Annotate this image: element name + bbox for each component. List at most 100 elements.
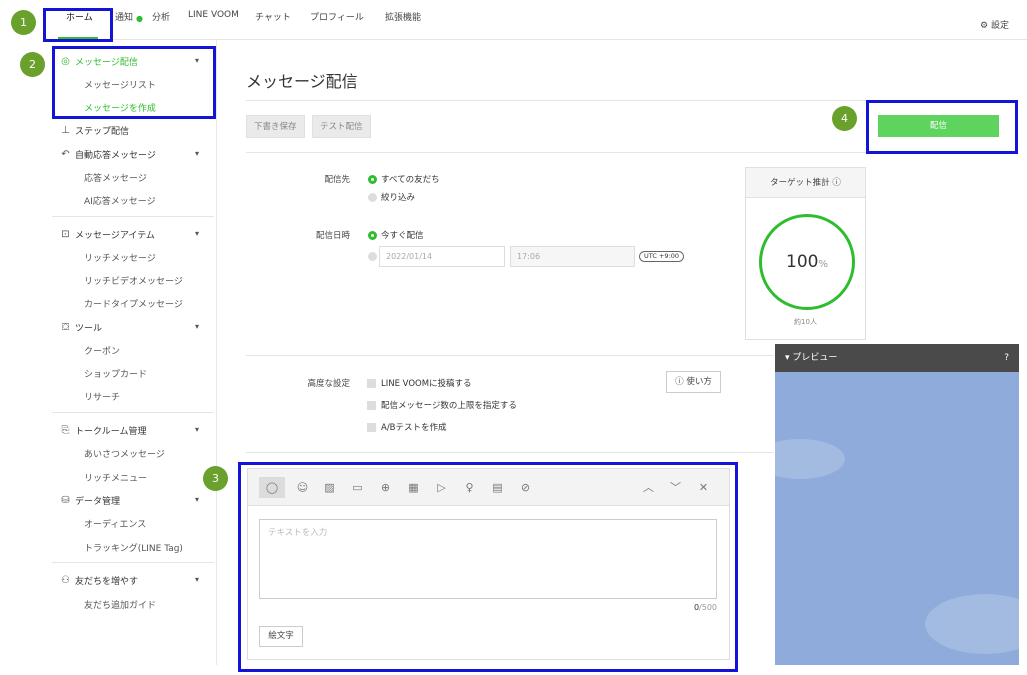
checkbox-label: 配信メッセージ数の上限を指定する (381, 401, 517, 411)
annotation-badge: 3 (203, 466, 228, 491)
save-draft-button[interactable]: 下書き保存 (246, 115, 305, 138)
radio-scheduled[interactable] (368, 252, 377, 261)
target-title: ターゲット推計 (770, 178, 830, 188)
info-icon: ⓘ (675, 377, 684, 387)
message-item-icon: ⊡ (61, 229, 70, 240)
checkbox-icon (367, 422, 376, 432)
nav-line-voom[interactable]: LINE VOOM (188, 10, 239, 20)
radio-label: 絞り込み (381, 193, 416, 203)
time-field[interactable]: 17:06 (510, 246, 635, 267)
nav-analytics[interactable]: 分析 (152, 10, 170, 23)
step-icon: ⊥ (61, 125, 70, 136)
caret-down-icon[interactable]: ▾ (195, 495, 199, 504)
caret-down-icon[interactable]: ▾ (195, 322, 199, 331)
sidebar-item-card-type[interactable]: カードタイプメッセージ (84, 297, 183, 310)
sidebar-item-add-friend-guide[interactable]: 友だち追加ガイド (84, 598, 156, 611)
notification-dot-icon: ● (136, 14, 143, 23)
shop-icon: ⛋ (61, 322, 70, 333)
sidebar-label: データ管理 (75, 497, 121, 507)
sidebar-item-rich-menu[interactable]: リッチメニュー (84, 471, 147, 484)
nav-profile[interactable]: プロフィール (310, 10, 364, 23)
caret-down-icon[interactable]: ▾ (195, 425, 199, 434)
highlight-box (238, 462, 738, 672)
timezone-badge: UTC +9:00 (639, 251, 684, 262)
target-count: 約10人 (794, 318, 817, 326)
sidebar-label: ステップ配信 (75, 127, 130, 137)
gear-icon: ⚙ (980, 21, 989, 31)
highlight-box (866, 100, 1018, 154)
preview-header[interactable]: ▾ プレビュー? (775, 344, 1019, 372)
radio-on-icon (368, 174, 377, 184)
settings-link[interactable]: ⚙ 設定 (980, 18, 1009, 31)
caret-down-icon: ▾ (785, 353, 790, 363)
sidebar-label: 自動応答メッセージ (75, 151, 156, 161)
radio-on-icon (368, 230, 377, 240)
caret-down-icon[interactable]: ▾ (195, 575, 199, 584)
caret-down-icon[interactable]: ▾ (195, 229, 199, 238)
sidebar-label: メッセージアイテム (75, 231, 155, 241)
highlight-box (43, 8, 113, 42)
datetime-label: 配信日時 (315, 231, 350, 241)
sidebar-item-shop-card[interactable]: ショップカード (84, 367, 147, 380)
sidebar-label: トークルーム管理 (75, 427, 147, 437)
sidebar-item-tracking[interactable]: トラッキング(LINE Tag) (84, 541, 183, 554)
settings-label: 設定 (990, 21, 1009, 31)
sidebar-divider (52, 562, 214, 563)
caret-down-icon[interactable]: ▾ (195, 149, 199, 158)
target-ring: 100% (759, 214, 855, 310)
checkbox-ab-test[interactable]: A/Bテストを作成 (367, 421, 447, 433)
sidebar-item-talk-room[interactable]: ⎘ トークルーム管理 (60, 424, 147, 437)
nav-chat[interactable]: チャット (255, 10, 291, 23)
sidebar-item-reply-message[interactable]: 応答メッセージ (84, 171, 147, 184)
highlight-box (52, 46, 216, 119)
annotation-badge: 1 (11, 10, 36, 35)
preview-title: プレビュー (792, 353, 838, 363)
target-percent: 100 (786, 252, 819, 272)
annotation-badge: 4 (832, 106, 857, 131)
preview-panel: ▾ プレビュー? (775, 344, 1019, 665)
sidebar-divider (52, 216, 214, 217)
talk-room-icon: ⎘ (61, 425, 70, 436)
cloud-decoration (775, 439, 845, 479)
database-icon: ⛁ (61, 495, 70, 506)
sidebar-item-rich-message[interactable]: リッチメッセージ (84, 251, 156, 264)
page-title: メッセージ配信 (246, 72, 358, 91)
sidebar-item-auto-reply[interactable]: ↶ 自動応答メッセージ (60, 148, 156, 161)
date-field[interactable]: 2022/01/14 (379, 246, 505, 267)
percent-unit: % (818, 259, 828, 270)
checkbox-post-voom[interactable]: LINE VOOMに投稿する (367, 377, 472, 389)
radio-off-icon (368, 192, 377, 202)
checkbox-label: LINE VOOMに投稿する (381, 379, 472, 389)
checkbox-icon (367, 378, 376, 388)
sidebar-item-coupon[interactable]: クーポン (84, 344, 120, 357)
sidebar-item-tools[interactable]: ⛋ ツール (60, 321, 102, 334)
sidebar-item-step[interactable]: ⊥ ステップ配信 (60, 124, 129, 137)
target-estimate-panel: ターゲット推計 ⓘ 100% 約10人 (745, 167, 866, 340)
advanced-settings-label: 高度な設定 (307, 379, 350, 389)
radio-send-now[interactable]: 今すぐ配信 (368, 229, 424, 241)
checkbox-limit-count[interactable]: 配信メッセージ数の上限を指定する (367, 399, 517, 411)
radio-filter[interactable]: 絞り込み (368, 191, 415, 203)
radio-all-friends[interactable]: すべての友だち (368, 173, 440, 185)
radio-label: すべての友だち (381, 175, 440, 185)
target-estimate-header: ターゲット推計 ⓘ (746, 168, 865, 198)
sidebar-item-rich-video[interactable]: リッチビデオメッセージ (84, 274, 183, 287)
annotation-badge: 2 (20, 52, 45, 77)
test-send-button[interactable]: テスト配信 (312, 115, 371, 138)
nav-notifications[interactable]: 通知 (115, 10, 133, 23)
sidebar-item-grow-friends[interactable]: ⚇ 友だちを増やす (60, 574, 138, 587)
sidebar-label: ツール (75, 324, 103, 334)
usage-button[interactable]: ⓘ 使い方 (666, 371, 721, 393)
sidebar-item-audience[interactable]: オーディエンス (84, 517, 146, 530)
sidebar-item-ai-reply[interactable]: AI応答メッセージ (84, 194, 156, 207)
sidebar-item-research[interactable]: リサーチ (84, 390, 120, 403)
usage-label: 使い方 (686, 377, 712, 387)
help-icon[interactable]: ⓘ (832, 178, 841, 188)
cloud-decoration (925, 594, 1019, 654)
nav-extensions[interactable]: 拡張機能 (385, 10, 421, 23)
sidebar-item-data-management[interactable]: ⛁ データ管理 (60, 494, 120, 507)
sidebar-label: 友だちを増やす (75, 577, 139, 587)
sidebar-item-greeting[interactable]: あいさつメッセージ (84, 447, 165, 460)
sidebar-item-message-items[interactable]: ⊡ メッセージアイテム (60, 228, 155, 241)
help-icon[interactable]: ? (1004, 344, 1009, 372)
